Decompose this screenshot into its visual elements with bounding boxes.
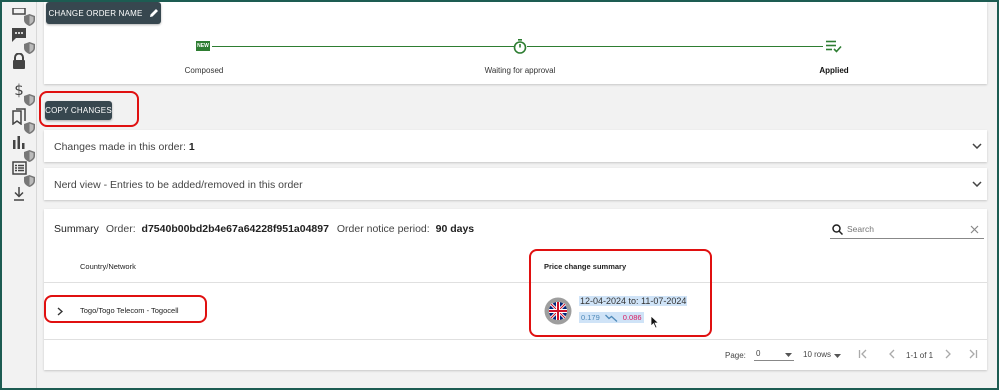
old-price: 0.179 [581,313,600,322]
close-icon[interactable] [970,225,979,234]
notice-label: Order notice period: [336,223,430,235]
search-input[interactable] [847,222,962,236]
step-label-applied: Applied [819,66,849,75]
caret-down-icon [785,353,792,357]
stepper-connector [527,46,823,47]
summary-title: Summary [54,223,99,235]
change-order-name-button[interactable]: CHANGE ORDER NAME [46,2,161,24]
changes-accordion[interactable]: Changes made in this order: 1 [44,130,987,162]
change-order-name-label: CHANGE ORDER NAME [48,8,143,18]
new-badge-icon: NEW [196,41,210,51]
step-label-waiting: Waiting for approval [484,66,556,75]
caret-down-icon [834,354,841,358]
row-divider [44,339,987,340]
step-label-composed: Composed [184,66,224,75]
shield-icon [24,14,35,26]
uk-flag-icon [544,297,572,325]
last-page-icon[interactable] [968,349,978,359]
order-label: Order: [105,223,136,235]
next-page-icon[interactable] [943,349,953,359]
changes-label: Changes made in this order: [54,141,189,153]
changes-count: 1 [188,141,195,153]
lock-icon[interactable] [10,52,28,71]
column-header-country[interactable]: Country/Network [80,262,136,271]
changes-accordion-title: Changes made in this order: 1 [54,141,195,153]
search-field[interactable] [830,221,984,239]
price-change-values: 0.179 0.086 [579,312,644,323]
shield-icon [24,94,35,106]
chevron-down-icon[interactable] [972,181,982,187]
copy-changes-button[interactable]: COPY CHANGES [45,101,112,120]
chevron-down-icon[interactable] [972,143,982,149]
stepper-connector [212,46,514,47]
notice-value: 90 days [435,223,475,235]
previous-page-icon[interactable] [887,349,897,359]
page-value: 0 [756,349,761,358]
column-header-price[interactable]: Price change summary [544,262,626,271]
mouse-cursor-icon [650,315,660,329]
summary-header: Summary Order: d7540b00bd2b4e67a64228f95… [54,223,474,235]
rows-per-page-select[interactable]: 10 rows [803,348,843,361]
order-status-card: CHANGE ORDER NAME NEW Composed Waiting f… [44,2,987,84]
page-select[interactable]: 0 [754,348,794,361]
summary-card: Summary Order: d7540b00bd2b4e67a64228f95… [44,209,987,370]
rows-value: 10 rows [803,350,832,359]
trending-down-icon [604,314,618,322]
shield-icon [24,122,35,134]
pencil-icon [149,9,158,17]
app-window: $ CHANGE ORDER NAME NEW Composed Waiting… [2,2,997,388]
page-range: 1-1 of 1 [906,351,934,360]
list-check-icon [826,40,842,53]
side-rail: $ [2,2,37,388]
order-id: d7540b00bd2b4e67a64228f951a04897 [141,223,329,235]
page-label: Page: [725,351,746,360]
new-price: 0.086 [622,313,642,322]
network-cell: Togo/Togo Telecom - Togocell [80,306,179,315]
first-page-icon[interactable] [858,349,868,359]
stopwatch-icon [513,39,527,54]
chevron-right-icon[interactable] [57,307,63,316]
nerd-view-title: Nerd view - Entries to be added/removed … [54,179,303,191]
shield-icon [24,175,35,187]
new-badge-text: NEW [197,43,209,49]
search-icon [832,224,843,235]
copy-changes-label: COPY CHANGES [45,106,112,115]
nerd-view-accordion[interactable]: Nerd view - Entries to be added/removed … [44,168,987,200]
table-row[interactable]: Togo/Togo Telecom - Togocell 12-04-2024 … [44,283,987,339]
price-date-range: 12-04-2024 to: 11-07-2024 [579,296,688,306]
download-icon[interactable] [10,187,28,205]
